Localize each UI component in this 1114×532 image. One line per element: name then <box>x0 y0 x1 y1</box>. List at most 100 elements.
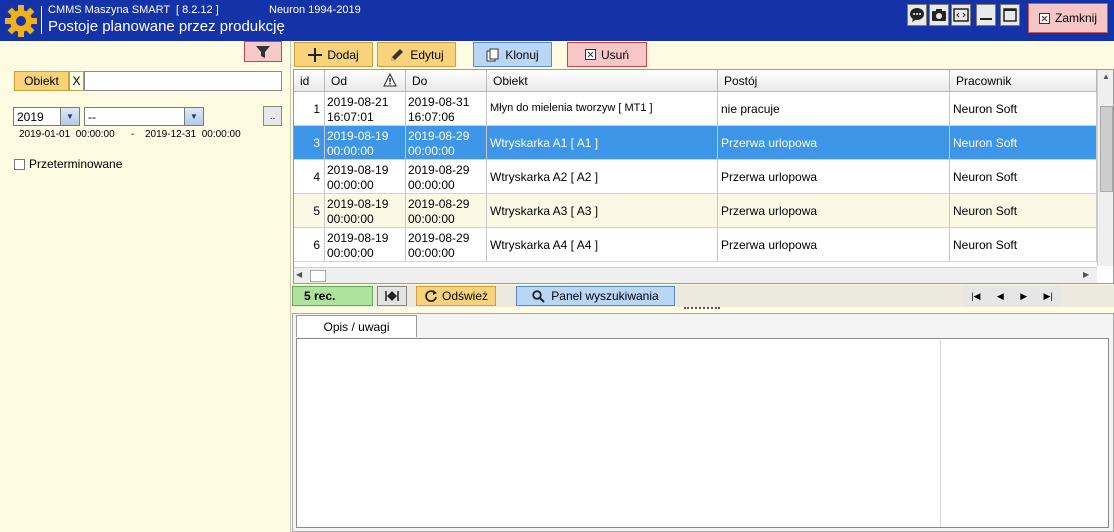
date-separator: - <box>131 129 135 140</box>
month-select[interactable]: -- ▼ <box>84 107 204 126</box>
cell-pracownik: Neuron Soft <box>950 92 1097 126</box>
edit-button[interactable]: Edytuj <box>377 42 456 67</box>
date-range-button[interactable]: .. <box>263 106 282 126</box>
scroll-up-icon[interactable]: ▲ <box>1099 72 1113 84</box>
cell-id: 1 <box>294 92 325 126</box>
cell-do: 2019-08-31 16:07:06 <box>406 92 487 126</box>
table-row[interactable]: 4 2019-08-19 00:00:00 2019-08-29 00:00:00 … <box>294 160 1097 194</box>
next-page-icon[interactable]: ▶ <box>1020 291 1027 302</box>
column-header-postoj[interactable]: Postój <box>718 70 950 92</box>
app-name: CMMS Maszyna SMART [ 8.2.12 ] <box>48 4 219 16</box>
close-button[interactable]: Zamknij <box>1028 3 1108 33</box>
column-header-od[interactable]: Od <box>325 70 406 92</box>
cell-od: 2019-08-19 00:00:00 <box>325 126 406 160</box>
year-value: 2019 <box>17 110 44 124</box>
camera-icon[interactable] <box>929 4 949 26</box>
cell-postoj-value: nie pracuje <box>721 102 780 116</box>
cell-od-date: 2019-08-19 <box>327 231 389 245</box>
horizontal-scrollbar[interactable]: ◀ ▶ <box>294 267 1097 283</box>
window-title: Postoje planowane przez produkcję <box>48 18 285 35</box>
close-button-label: Zamknij <box>1054 11 1097 25</box>
cell-do-date: 2019-08-29 <box>408 129 470 143</box>
scroll-right-icon[interactable]: ▶ <box>1083 270 1089 279</box>
cell-do-date: 2019-08-29 <box>408 163 470 177</box>
clone-button[interactable]: Klonuj <box>473 42 552 67</box>
gear-icon <box>3 3 39 39</box>
funnel-icon <box>256 45 270 58</box>
chat-icon[interactable] <box>907 4 927 26</box>
cell-postoj: Przerwa urlopowa <box>718 228 950 262</box>
filter-button[interactable] <box>244 41 282 62</box>
cell-pracownik-value: Neuron Soft <box>953 170 1018 184</box>
cell-od-date: 2019-08-21 <box>327 95 389 109</box>
cell-od: 2019-08-19 00:00:00 <box>325 194 406 228</box>
cell-obiekt-value: Wtryskarka A4 [ A4 ] <box>490 238 599 252</box>
column-header-obiekt[interactable]: Obiekt <box>487 70 718 92</box>
clone-button-label: Klonuj <box>505 47 539 62</box>
cell-id: 4 <box>294 160 325 194</box>
object-clear-button[interactable]: X <box>69 71 84 91</box>
cell-postoj-value: Przerwa urlopowa <box>721 238 818 252</box>
search-panel-button[interactable]: Panel wyszukiwania <box>516 286 675 306</box>
object-filter-input[interactable] <box>84 71 282 91</box>
cell-do-date: 2019-08-29 <box>408 231 470 245</box>
cell-obiekt: Młyn do mielenia tworzyw [ MT1 ] <box>487 92 718 126</box>
cell-pracownik: Neuron Soft <box>950 228 1097 262</box>
cell-postoj: Przerwa urlopowa <box>718 160 950 194</box>
scroll-left-icon[interactable]: ◀ <box>296 270 302 279</box>
column-header-id[interactable]: id <box>294 70 325 92</box>
cell-postoj-value: Przerwa urlopowa <box>721 136 818 150</box>
column-header-pracownik[interactable]: Pracownik <box>950 70 1097 92</box>
year-select[interactable]: 2019 ▼ <box>13 107 80 126</box>
delete-button[interactable]: Usuń <box>567 42 647 67</box>
maximize-icon[interactable] <box>1000 4 1020 26</box>
record-count: 5 rec. <box>292 286 373 306</box>
title-separator <box>41 6 42 34</box>
overdue-checkbox[interactable] <box>14 159 25 170</box>
cell-od: 2019-08-19 00:00:00 <box>325 160 406 194</box>
notes-editor[interactable] <box>296 338 1109 528</box>
cell-do: 2019-08-29 00:00:00 <box>406 126 487 160</box>
column-header-do[interactable]: Do <box>406 70 487 92</box>
prev-page-icon[interactable]: ◀ <box>997 291 1004 302</box>
cell-obiekt: Wtryskarka A2 [ A2 ] <box>487 160 718 194</box>
splitter-handle[interactable] <box>684 307 720 312</box>
vertical-scrollbar[interactable]: ▲ <box>1097 70 1113 266</box>
add-button[interactable]: Dodaj <box>294 42 373 67</box>
cell-pracownik: Neuron Soft <box>950 160 1097 194</box>
date-to: 2019-12-31 00:00:00 <box>145 129 241 140</box>
table-row[interactable]: 5 2019-08-19 00:00:00 2019-08-29 00:00:00 … <box>294 194 1097 228</box>
cell-od-time: 00:00:00 <box>327 178 374 192</box>
delete-button-label: Usuń <box>600 47 629 62</box>
first-last-button[interactable] <box>377 286 407 306</box>
cell-id: 5 <box>294 194 325 228</box>
refresh-button[interactable]: Odśwież <box>416 286 496 306</box>
cell-id-value: 5 <box>313 204 320 218</box>
first-page-icon[interactable]: |◀ <box>971 291 980 302</box>
refresh-button-label: Odśwież <box>441 289 488 303</box>
table-row[interactable]: 6 2019-08-19 00:00:00 2019-08-29 00:00:00 … <box>294 228 1097 262</box>
cell-do-time: 00:00:00 <box>408 144 455 158</box>
tab-notes[interactable]: Opis / uwagi <box>296 315 417 337</box>
vertical-scroll-thumb[interactable] <box>1100 106 1113 192</box>
cell-obiekt: Wtryskarka A4 [ A4 ] <box>487 228 718 262</box>
pager: |◀ ◀ ▶ ▶| <box>963 286 1061 306</box>
minimize-icon[interactable] <box>976 4 996 26</box>
date-from: 2019-01-01 00:00:00 <box>19 129 115 140</box>
table-row[interactable]: 3 2019-08-19 00:00:00 2019-08-29 00:00:00 … <box>294 126 1097 160</box>
search-panel-button-label: Panel wyszukiwania <box>551 289 659 303</box>
cell-do: 2019-08-29 00:00:00 <box>406 228 487 262</box>
cell-do-date: 2019-08-31 <box>408 95 470 109</box>
cell-postoj-value: Przerwa urlopowa <box>721 170 818 184</box>
cell-id-value: 6 <box>313 238 320 252</box>
cell-do-time: 16:07:06 <box>408 110 455 124</box>
cell-obiekt-value: Młyn do mielenia tworzyw [ MT1 ] <box>490 102 653 114</box>
horizontal-scroll-thumb[interactable] <box>310 270 326 282</box>
cell-od-date: 2019-08-19 <box>327 197 389 211</box>
cell-od-time: 16:07:01 <box>327 110 374 124</box>
object-filter-label[interactable]: Obiekt <box>14 71 69 91</box>
notes-divider <box>940 340 941 527</box>
table-row[interactable]: 1 2019-08-21 16:07:01 2019-08-31 16:07:06 … <box>294 92 1097 126</box>
last-page-icon[interactable]: ▶| <box>1044 291 1053 302</box>
code-window-icon[interactable] <box>951 4 971 26</box>
